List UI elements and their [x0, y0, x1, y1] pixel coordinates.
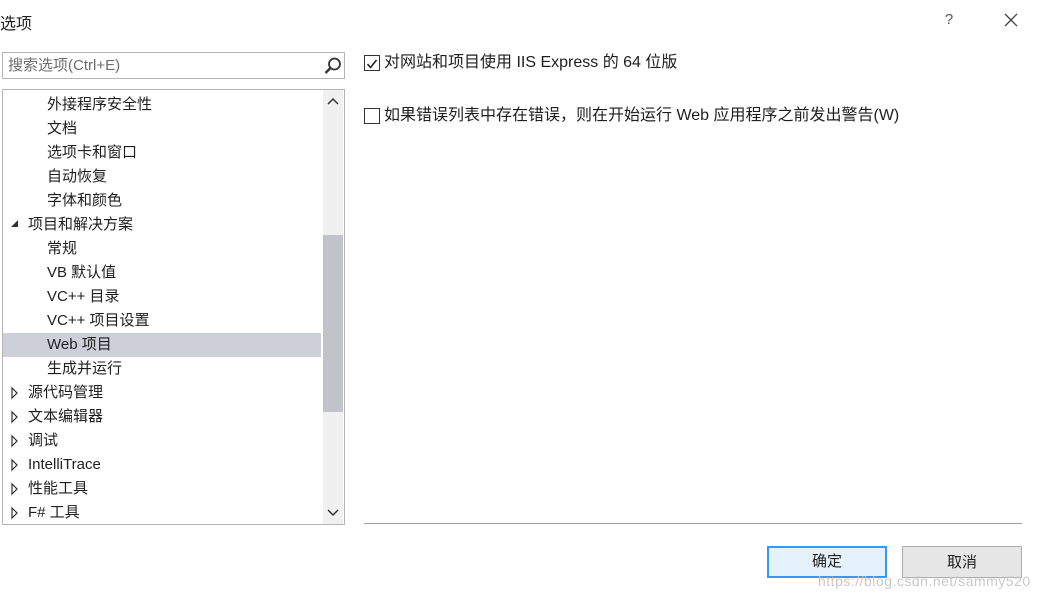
tree-item[interactable]: VC++ 项目设置: [3, 309, 321, 333]
triangle-right-icon[interactable]: [9, 381, 21, 405]
search-box[interactable]: [2, 52, 345, 79]
tree-item-label: 常规: [47, 240, 78, 257]
search-icon[interactable]: [323, 56, 343, 76]
tree-item-label: Web 项目: [47, 336, 112, 353]
tree-item[interactable]: 源代码管理: [3, 381, 321, 405]
tree-item-label: 文档: [47, 120, 78, 137]
divider: [364, 523, 1022, 524]
title-bar: 选项 ?: [0, 0, 1048, 40]
tree-item[interactable]: 文档: [3, 117, 321, 141]
tree-item-label: 选项卡和窗口: [47, 144, 138, 161]
tree-item-label: 自动恢复: [47, 168, 108, 185]
scroll-up-button[interactable]: [323, 92, 343, 112]
tree-item[interactable]: 性能工具: [3, 477, 321, 501]
tree-item[interactable]: Web 项目: [3, 333, 321, 357]
tree-item[interactable]: 字体和颜色: [3, 189, 321, 213]
tree-item-label: F# 工具: [28, 504, 80, 521]
triangle-right-icon[interactable]: [9, 453, 21, 477]
chevron-up-icon: [327, 97, 339, 105]
tree-item-label: IntelliTrace: [28, 456, 101, 473]
tree-item[interactable]: F# 工具: [3, 501, 321, 524]
tree-item[interactable]: VB 默认值: [3, 261, 321, 285]
checkmark-icon: [366, 59, 378, 69]
tree-item-label: 性能工具: [28, 480, 89, 497]
triangle-right-icon[interactable]: [9, 501, 21, 524]
tree-item-label: 源代码管理: [28, 384, 104, 401]
triangle-right-icon[interactable]: [9, 429, 21, 453]
watermark-text: https://blog.csdn.net/sammy520: [818, 573, 1031, 589]
close-button[interactable]: [1000, 9, 1022, 31]
tree-item[interactable]: 自动恢复: [3, 165, 321, 189]
triangle-down-icon[interactable]: [9, 213, 21, 237]
tree-item-label: VB 默认值: [47, 264, 117, 281]
help-button[interactable]: ?: [938, 9, 960, 31]
window-title: 选项: [0, 16, 33, 33]
tree-item-label: 生成并运行: [47, 360, 123, 377]
chevron-down-icon: [327, 509, 339, 517]
search-input[interactable]: [8, 53, 308, 78]
close-icon: [1004, 13, 1018, 27]
tree-item-label: 字体和颜色: [47, 192, 123, 209]
tree-item[interactable]: 文本编辑器: [3, 405, 321, 429]
tree-item-label: VC++ 项目设置: [47, 312, 150, 329]
triangle-right-icon[interactable]: [9, 477, 21, 501]
tree-item-label: 外接程序安全性: [47, 96, 153, 113]
tree-item[interactable]: IntelliTrace: [3, 453, 321, 477]
option-label: 如果错误列表中存在错误，则在开始运行 Web 应用程序之前发出警告(W): [384, 107, 900, 124]
options-tree[interactable]: 外接程序安全性 文档选项卡和窗口 自动恢复字体和颜色项目和解决方案常规 VB 默认值 V…: [2, 89, 345, 525]
option-label: 对网站和项目使用 IIS Express 的 64 位版: [384, 54, 678, 71]
tree-item[interactable]: 调试: [3, 429, 321, 453]
tree-item-label: 调试: [28, 432, 59, 449]
checkbox-iis-express-64[interactable]: [364, 55, 380, 71]
tree-item-label: VC++ 目录: [47, 288, 120, 305]
tree-item[interactable]: 项目和解决方案: [3, 213, 321, 237]
tree-item-label: 文本编辑器: [28, 408, 104, 425]
triangle-right-icon[interactable]: [9, 405, 21, 429]
tree-item[interactable]: 生成并运行: [3, 357, 321, 381]
tree-item-label: 项目和解决方案: [28, 216, 134, 233]
tree-item[interactable]: VC++ 目录: [3, 285, 321, 309]
tree-item[interactable]: 选项卡和窗口: [3, 141, 321, 165]
tree-item[interactable]: 外接程序安全性: [3, 93, 321, 117]
scroll-thumb[interactable]: [323, 235, 343, 412]
tree-scrollbar[interactable]: [323, 90, 343, 524]
checkbox-warn-errors[interactable]: [364, 108, 380, 124]
scroll-down-button[interactable]: [323, 502, 343, 522]
tree-item[interactable]: 常规: [3, 237, 321, 261]
